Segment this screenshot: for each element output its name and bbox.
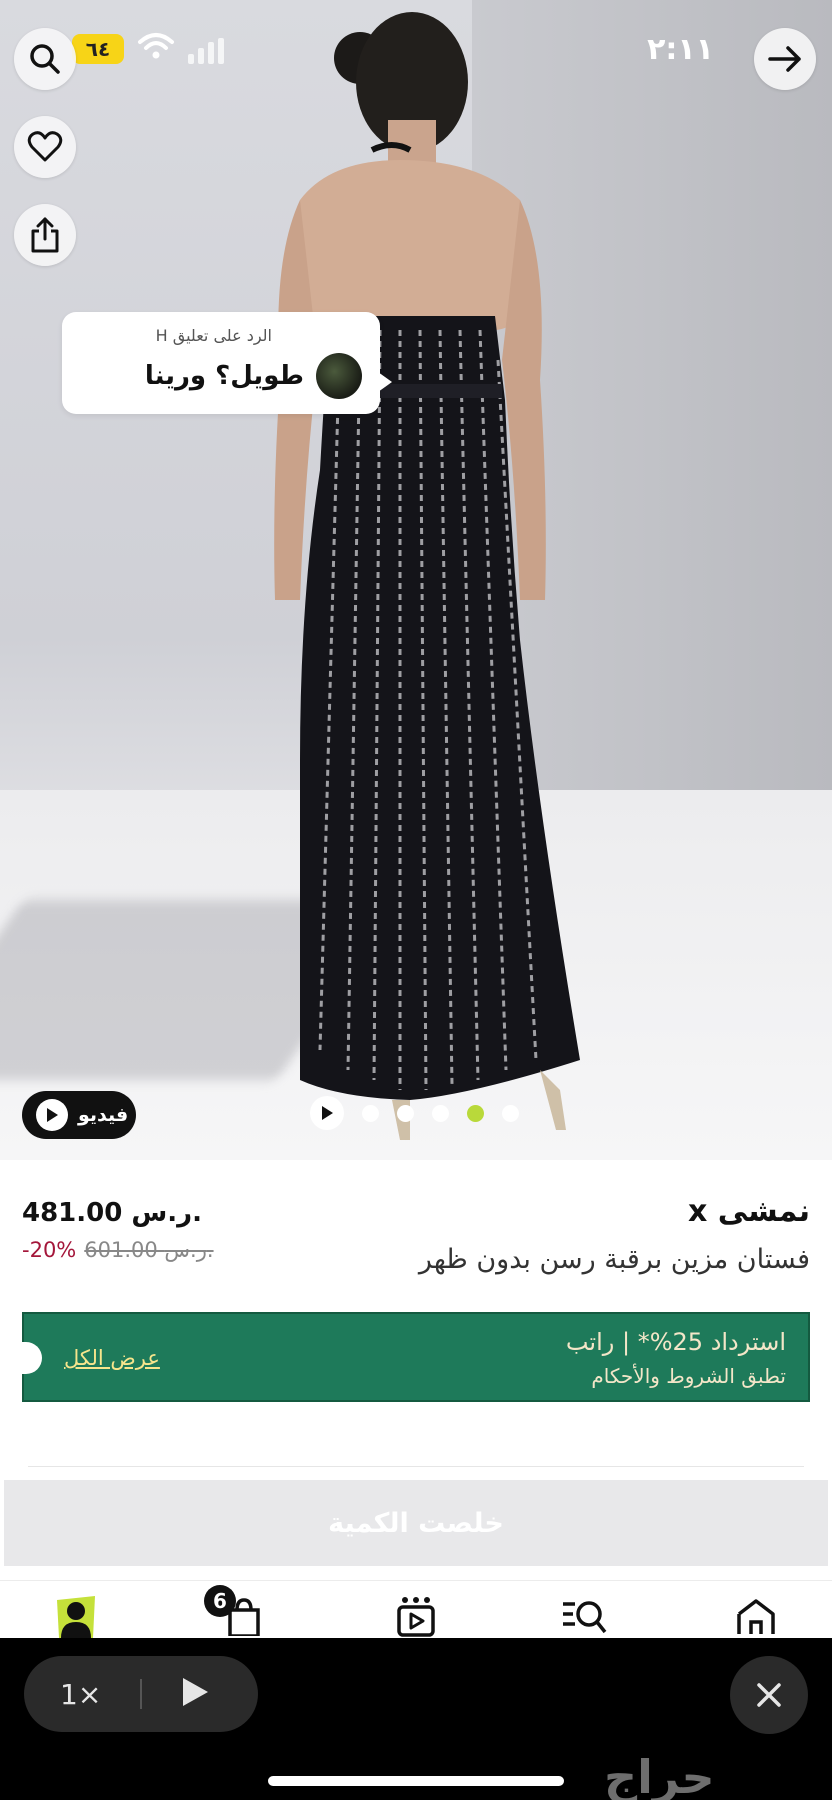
playback-speed-button[interactable]: 1× — [24, 1678, 140, 1711]
rebate-terms: تطبق الشروط والأحكام — [591, 1364, 786, 1388]
share-icon — [31, 217, 59, 253]
banner-notch — [22, 1342, 42, 1374]
current-price: 481.00 ر.س. — [22, 1198, 203, 1228]
brand-name[interactable]: نمشى x — [688, 1194, 810, 1229]
nav-search[interactable] — [560, 1593, 608, 1639]
comment-text: طويل؟ ورينا — [144, 361, 304, 391]
play-icon — [36, 1099, 68, 1131]
product-image[interactable]: ٦٤ ٢:١١ الرد على تعليق H طويل؟ ورينا فيد… — [0, 0, 832, 1160]
comment-reply-label: الرد على تعليق H — [155, 326, 272, 345]
bottom-nav: 6 — [0, 1580, 832, 1638]
share-button[interactable] — [14, 204, 76, 266]
home-indicator[interactable] — [268, 1776, 564, 1786]
image-pagination[interactable] — [310, 1096, 519, 1130]
signal-icon — [188, 38, 224, 64]
pagination-dot[interactable] — [397, 1104, 414, 1122]
playback-controls: 1× — [24, 1656, 258, 1732]
video-player-controls: 1× حراج — [0, 1638, 832, 1800]
nav-profile[interactable] — [52, 1593, 100, 1639]
comment-bubble[interactable]: الرد على تعليق H طويل؟ ورينا — [62, 312, 392, 414]
sold-out-button[interactable]: خلصت الكمية — [4, 1480, 828, 1566]
pagination-dot[interactable] — [432, 1104, 449, 1122]
model-figure — [274, 12, 580, 1140]
divider — [28, 1466, 804, 1467]
video-feed-icon — [397, 1597, 435, 1637]
nav-video-feed[interactable] — [392, 1593, 440, 1639]
commenter-avatar — [316, 353, 362, 399]
discount-badge: -20% — [22, 1238, 77, 1262]
price-discount-row: -20% 601.00 ر.س. — [22, 1238, 214, 1262]
pagination-dot[interactable] — [502, 1104, 519, 1122]
home-icon — [737, 1599, 775, 1634]
video-button[interactable]: فيديو — [22, 1091, 136, 1139]
search-icon — [30, 44, 60, 74]
search-list-icon — [563, 1601, 607, 1634]
separator — [140, 1679, 142, 1709]
original-price: 601.00 ر.س. — [84, 1238, 214, 1262]
pagination-dot-active[interactable] — [467, 1104, 484, 1122]
search-button[interactable] — [14, 28, 76, 90]
play-button[interactable] — [180, 1676, 210, 1712]
close-icon — [757, 1683, 781, 1707]
back-button[interactable] — [754, 28, 816, 90]
video-label: فيديو — [78, 1104, 129, 1126]
rebate-title: استرداد 25%* | راتب — [565, 1328, 786, 1356]
wifi-icon — [136, 30, 176, 64]
heart-icon — [27, 131, 63, 162]
battery-indicator: ٦٤ — [72, 34, 124, 64]
product-title: فستان مزين برقبة رسن بدون ظهر — [418, 1244, 810, 1275]
nav-home[interactable] — [732, 1593, 780, 1639]
wishlist-button[interactable] — [14, 116, 76, 178]
status-time: ٢:١١ — [647, 32, 714, 67]
video-dot-play-icon[interactable] — [310, 1096, 344, 1130]
nav-cart[interactable]: 6 — [204, 1585, 268, 1639]
close-player-button[interactable] — [730, 1656, 808, 1734]
view-all-link[interactable]: عرض الكل — [64, 1346, 160, 1370]
arrow-right-icon — [768, 46, 801, 72]
cart-count-badge: 6 — [204, 1585, 236, 1617]
profile-icon — [57, 1596, 95, 1638]
rebate-banner[interactable]: استرداد 25%* | راتب تطبق الشروط والأحكام… — [22, 1312, 810, 1402]
pagination-dot[interactable] — [362, 1104, 379, 1122]
watermark-logo: حراج — [604, 1750, 715, 1800]
play-icon — [183, 1678, 208, 1706]
